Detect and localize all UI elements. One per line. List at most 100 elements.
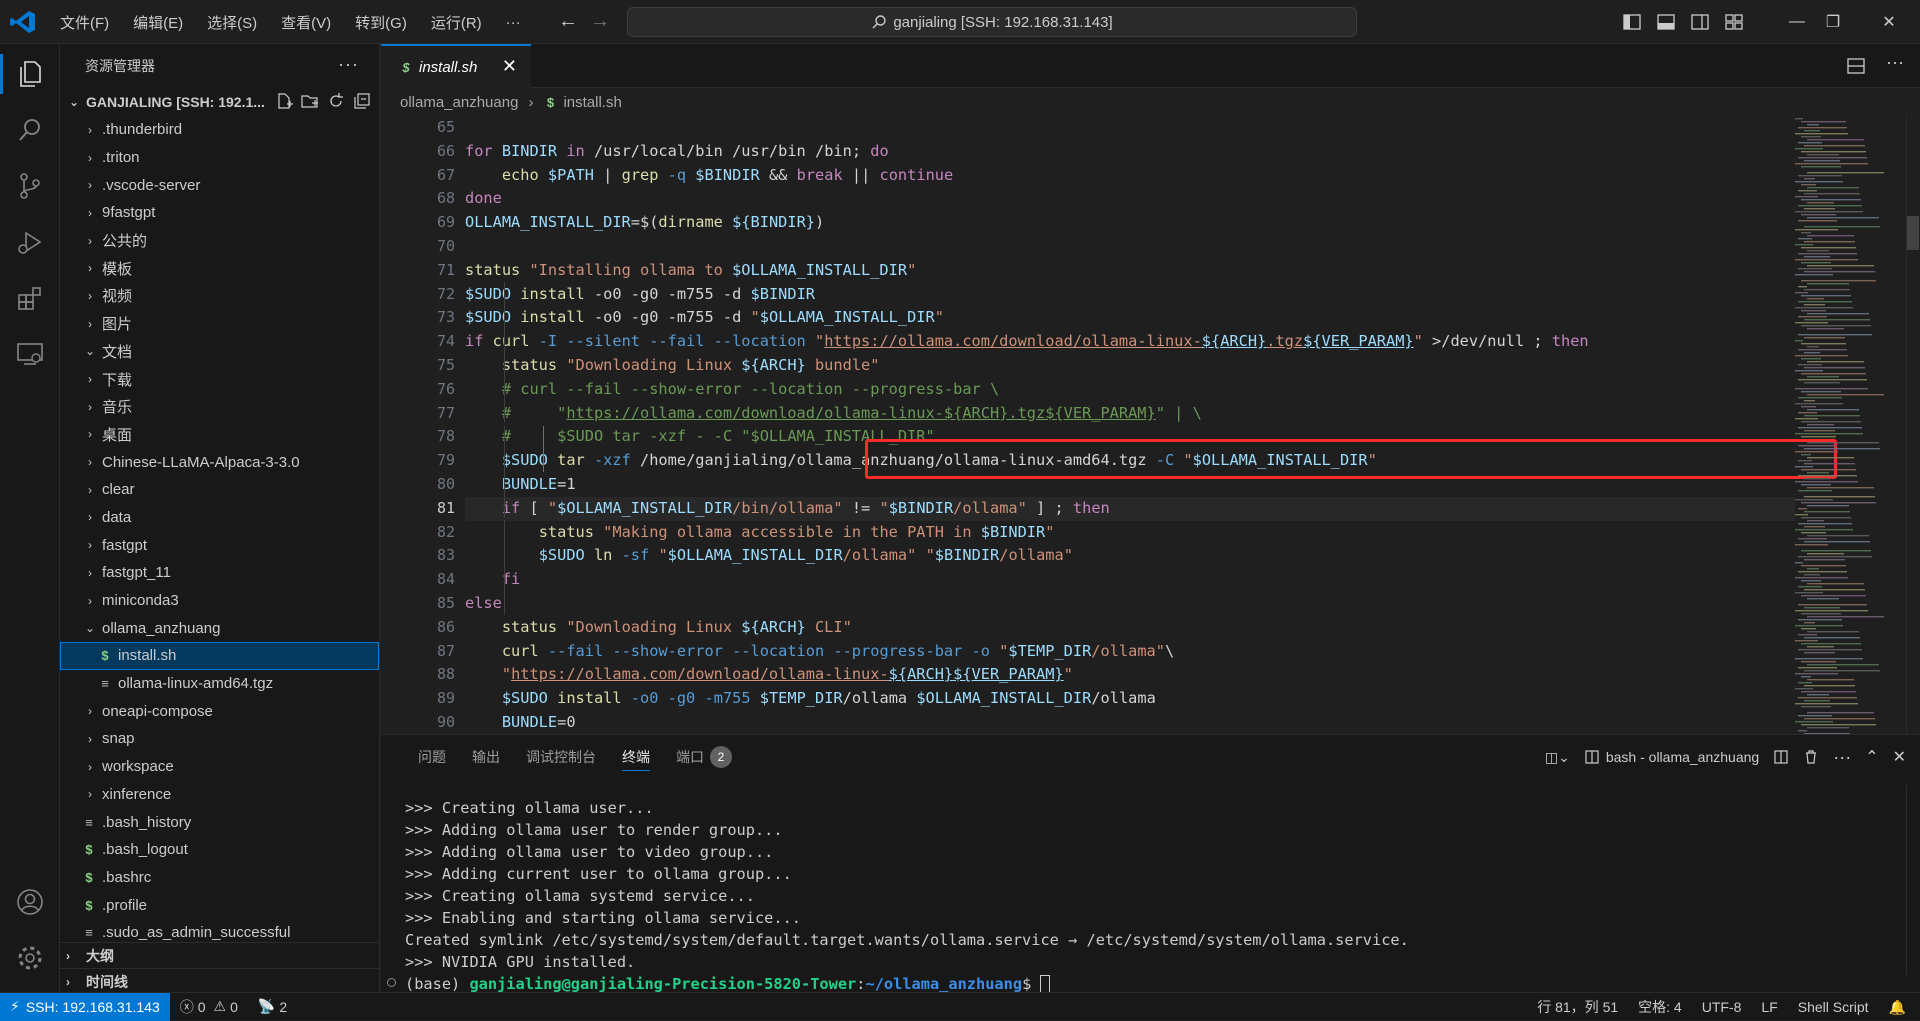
folder-item[interactable]: › .triton (60, 144, 379, 172)
forward-arrow-icon[interactable]: → (588, 10, 612, 34)
remote-explorer-icon[interactable] (10, 334, 50, 374)
code-line[interactable]: echo $PATH | grep -q $BINDIR && break ||… (465, 164, 1795, 188)
search-icon[interactable] (10, 110, 50, 150)
code-line[interactable]: status "Making ollama accessible in the … (465, 521, 1795, 545)
code-line[interactable]: # "https://ollama.com/download/ollama-li… (465, 402, 1795, 426)
code-line[interactable] (465, 116, 1795, 140)
encoding[interactable]: UTF-8 (1692, 999, 1752, 1015)
editor-scrollbar[interactable] (1906, 116, 1920, 734)
code-line[interactable]: if [ "$OLLAMA_INSTALL_DIR/bin/ollama" !=… (465, 496, 1795, 521)
customize-layout-icon[interactable] (1724, 12, 1744, 32)
code-line[interactable]: else (465, 592, 1795, 616)
panel-tab[interactable]: 输出 (459, 735, 513, 779)
end-of-line[interactable]: LF (1751, 999, 1787, 1015)
split-panel-icon[interactable] (1773, 749, 1789, 765)
folder-item[interactable]: › 图片 (60, 310, 379, 338)
terminal-scrollbar[interactable] (1906, 785, 1920, 975)
close-tab-icon[interactable]: ✕ (502, 56, 517, 77)
settings-gear-icon[interactable] (10, 938, 50, 978)
folder-item[interactable]: › snap (60, 725, 379, 753)
toggle-primary-sidebar-icon[interactable] (1622, 12, 1642, 32)
panel-tab[interactable]: 调试控制台 (513, 735, 609, 779)
ports-status[interactable]: 📡 2 (248, 998, 297, 1015)
folder-item[interactable]: › miniconda3 (60, 587, 379, 615)
folder-item[interactable]: › .vscode-server (60, 171, 379, 199)
code-line[interactable]: fi (465, 568, 1795, 592)
menu-item[interactable]: 运行(R) (419, 12, 494, 33)
notifications-bell-icon[interactable]: 🔔 (1879, 999, 1920, 1016)
code-line[interactable]: $SUDO install -o0 -g0 -m755 $TEMP_DIR/ol… (465, 687, 1795, 711)
folder-item[interactable]: › 下载 (60, 365, 379, 393)
maximize-panel-icon[interactable]: ⌃ (1865, 747, 1878, 767)
more-actions-icon[interactable]: ··· (1886, 52, 1904, 73)
code-line[interactable]: status "Downloading Linux ${ARCH} CLI" (465, 616, 1795, 640)
code-line[interactable]: $SUDO install -o0 -g0 -m755 -d "$OLLAMA_… (465, 306, 1795, 330)
code-line[interactable]: # curl --fail --show-error --location --… (465, 378, 1795, 402)
folder-item[interactable]: › .thunderbird (60, 116, 379, 144)
split-editor-icon[interactable] (1846, 56, 1866, 76)
code-line[interactable]: OLLAMA_INSTALL_DIR=$(dirname ${BINDIR}) (465, 211, 1795, 235)
menu-item[interactable]: 转到(G) (343, 12, 419, 33)
workspace-folder-header[interactable]: ⌄ GANJIALING [SSH: 192.1... (60, 88, 379, 116)
menu-item[interactable]: 编辑(E) (121, 12, 195, 33)
file-item[interactable]: $ .profile (60, 891, 379, 919)
scrollbar-thumb[interactable] (1907, 216, 1919, 250)
file-item[interactable]: $ .bash_logout (60, 836, 379, 864)
code-line[interactable]: BUNDLE=0 (465, 711, 1795, 734)
folder-item[interactable]: › clear (60, 476, 379, 504)
folder-item[interactable]: › xinference (60, 781, 379, 809)
folder-item[interactable]: › fastgpt (60, 531, 379, 559)
new-file-icon[interactable] (275, 92, 293, 110)
more-actions-icon[interactable]: ··· (1833, 747, 1851, 768)
code-line[interactable]: "https://ollama.com/download/ollama-linu… (465, 663, 1795, 687)
terminal-output[interactable]: >>> Creating ollama user... >>> Adding ol… (405, 797, 1895, 995)
code-lines[interactable]: for BINDIR in /usr/local/bin /usr/bin /b… (465, 116, 1795, 734)
folder-item[interactable]: › 音乐 (60, 393, 379, 421)
code-line[interactable]: status "Downloading Linux ${ARCH} bundle… (465, 354, 1795, 378)
file-item[interactable]: ≡ ollama-linux-amd64.tgz (60, 670, 379, 698)
extensions-icon[interactable] (10, 278, 50, 318)
trash-icon[interactable] (1803, 749, 1819, 765)
account-icon[interactable] (10, 882, 50, 922)
code-editor[interactable]: 65 66 67 68 69 70 71 72 73 74 75 76 77 78 79 80 81 82 83 84… (381, 116, 1920, 734)
back-arrow-icon[interactable]: ← (556, 10, 580, 34)
toggle-panel-icon[interactable] (1656, 12, 1676, 32)
minimap[interactable] (1791, 116, 1911, 734)
folder-item[interactable]: › fastgpt_11 (60, 559, 379, 587)
more-actions-icon[interactable]: ··· (338, 54, 359, 75)
folder-item[interactable]: › 桌面 (60, 421, 379, 449)
menu-item[interactable]: 文件(F) (48, 12, 121, 33)
folder-item[interactable]: ⌄ ollama_anzhuang (60, 614, 379, 642)
command-center[interactable]: ganjialing [SSH: 192.168.31.143] (627, 7, 1357, 37)
folder-item[interactable]: ⌄ 文档 (60, 338, 379, 366)
refresh-icon[interactable] (327, 92, 345, 110)
file-item[interactable]: ≡ .bash_history (60, 808, 379, 836)
timeline-section[interactable]: › 时间线 (60, 968, 379, 992)
outline-section[interactable]: › 大纲 (60, 942, 379, 968)
new-folder-icon[interactable] (301, 92, 319, 110)
file-item[interactable]: $ install.sh (60, 642, 379, 670)
panel-tab[interactable]: 端口 2 (663, 735, 745, 779)
folder-item[interactable]: › data (60, 504, 379, 532)
language-mode[interactable]: Shell Script (1788, 999, 1879, 1015)
remote-indicator[interactable]: ⚡ SSH: 192.168.31.143 (0, 992, 170, 1021)
tab-install-sh[interactable]: $ install.sh ✕ (381, 44, 531, 88)
toggle-secondary-sidebar-icon[interactable] (1690, 12, 1710, 32)
explorer-icon[interactable] (0, 54, 50, 94)
collapse-all-icon[interactable] (353, 92, 371, 110)
folder-item[interactable]: › oneapi-compose (60, 697, 379, 725)
restore-button[interactable]: ❐ (1802, 0, 1864, 44)
menu-item[interactable]: 选择(S) (195, 12, 269, 33)
folder-item[interactable]: › 视频 (60, 282, 379, 310)
code-line[interactable]: $SUDO ln -sf "$OLLAMA_INSTALL_DIR/ollama… (465, 544, 1795, 568)
problems-status[interactable]: ⓧ 0 ⚠ 0 (170, 997, 248, 1017)
code-line[interactable]: if curl -I --silent --fail --location "h… (465, 330, 1795, 354)
run-debug-icon[interactable] (10, 222, 50, 262)
folder-item[interactable]: › 9fastgpt (60, 199, 379, 227)
panel-tab[interactable]: 终端 (609, 735, 663, 779)
terminal-selector[interactable]: bash - ollama_anzhuang (1584, 749, 1759, 765)
code-line[interactable] (465, 235, 1795, 259)
code-line[interactable]: done (465, 187, 1795, 211)
indentation[interactable]: 空格: 4 (1628, 997, 1692, 1017)
code-line[interactable]: status "Installing ollama to $OLLAMA_INS… (465, 259, 1795, 283)
